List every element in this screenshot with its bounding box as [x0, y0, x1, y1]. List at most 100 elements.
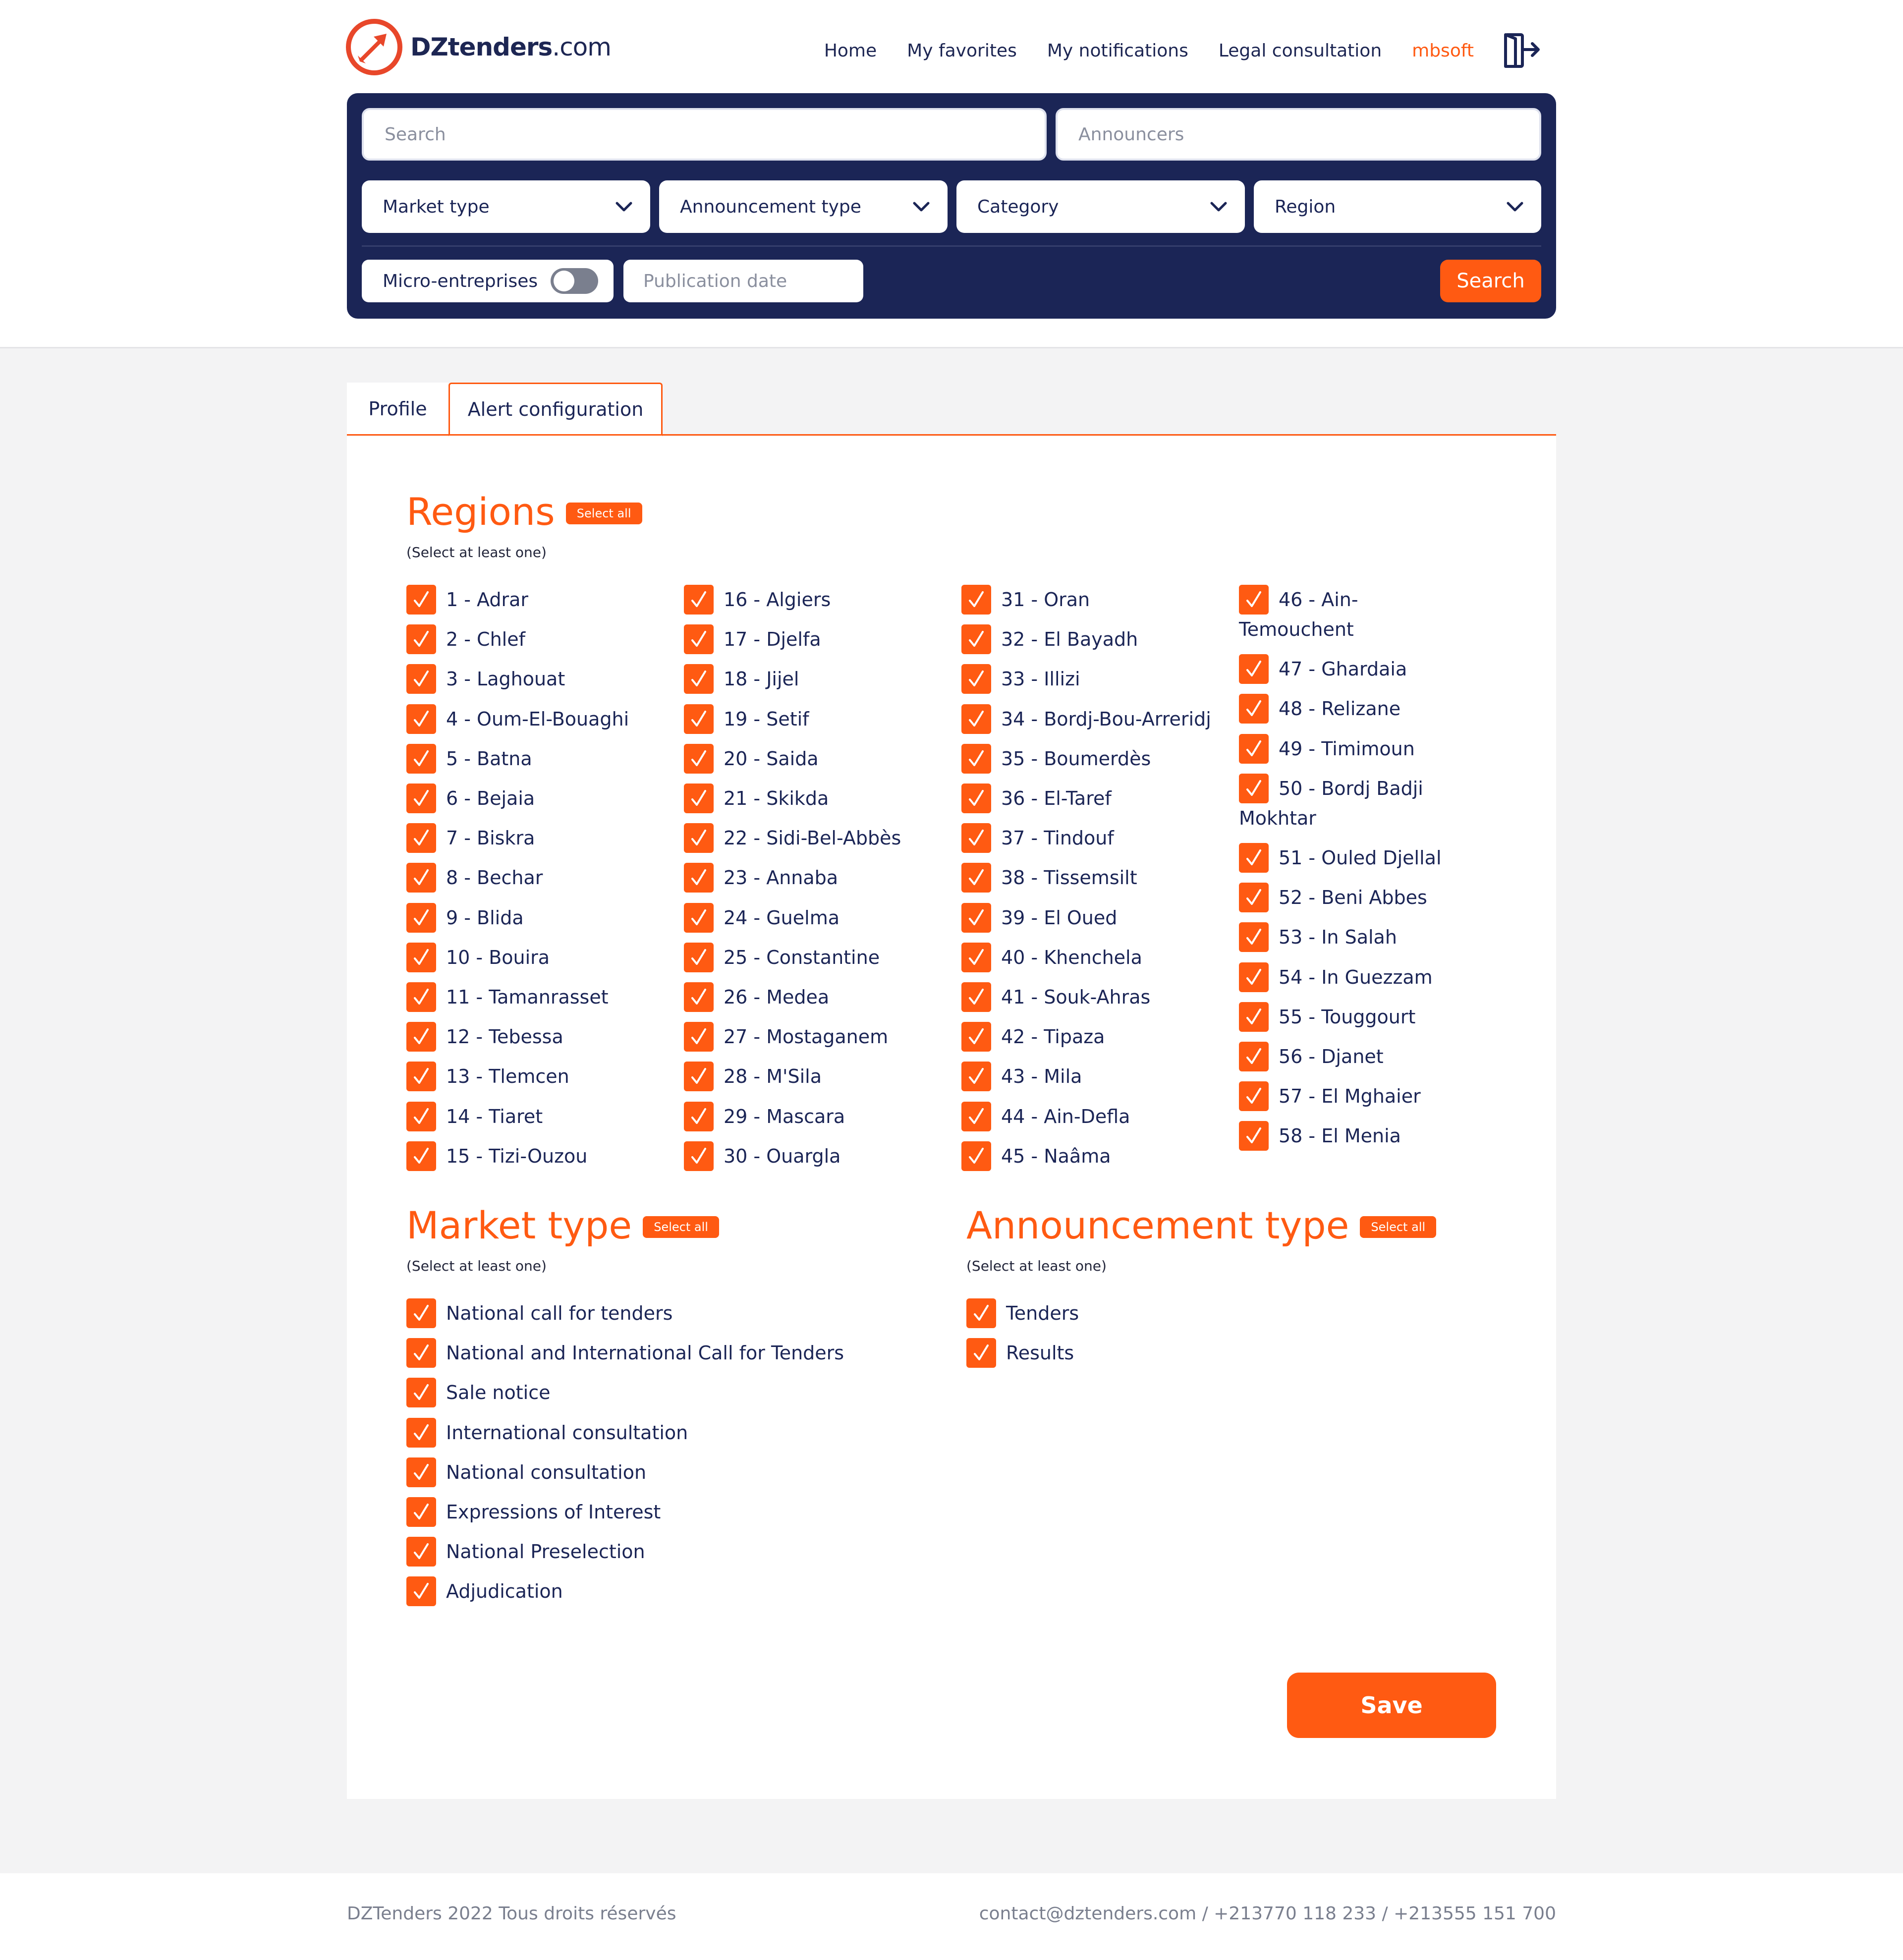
checkbox-item[interactable]: 42 - Tipaza — [961, 1022, 1105, 1052]
checkbox-item[interactable]: 32 - El Bayadh — [961, 624, 1138, 655]
checkmark-icon[interactable] — [961, 1022, 991, 1052]
checkbox-item[interactable]: 2 - Chlef — [406, 624, 525, 655]
checkmark-icon[interactable] — [684, 784, 714, 813]
checkmark-icon[interactable] — [966, 1338, 996, 1368]
checkmark-icon[interactable] — [1239, 843, 1269, 873]
checkbox-item[interactable]: 34 - Bordj-Bou-Arreridj — [961, 704, 1211, 734]
checkbox-item[interactable]: 43 - Mila — [961, 1062, 1082, 1092]
nav-notifications[interactable]: My notifications — [1047, 41, 1188, 61]
checkmark-icon[interactable] — [406, 1298, 436, 1328]
nav-favorites[interactable]: My favorites — [907, 41, 1017, 61]
checkmark-icon[interactable] — [684, 942, 714, 972]
checkmark-icon[interactable] — [406, 1497, 436, 1527]
checkbox-item[interactable]: 26 - Medea — [684, 982, 829, 1012]
checkbox-item[interactable]: 20 - Saida — [684, 743, 819, 774]
checkbox-item[interactable]: 51 - Ouled Djellal — [1239, 843, 1487, 873]
checkbox-item[interactable]: 37 - Tindouf — [961, 823, 1114, 853]
checkmark-icon[interactable] — [406, 1141, 436, 1171]
checkbox-item[interactable]: 25 - Constantine — [684, 942, 880, 972]
checkmark-icon[interactable] — [1239, 585, 1269, 615]
checkmark-icon[interactable] — [406, 1576, 436, 1607]
checkbox-item[interactable]: 9 - Blida — [406, 902, 524, 933]
checkmark-icon[interactable] — [1239, 694, 1269, 724]
checkbox-item[interactable]: 8 - Bechar — [406, 863, 543, 893]
checkmark-icon[interactable] — [1239, 922, 1269, 952]
checkmark-icon[interactable] — [406, 1062, 436, 1092]
save-button[interactable]: Save — [1287, 1673, 1496, 1738]
checkmark-icon[interactable] — [1239, 1042, 1269, 1071]
checkmark-icon[interactable] — [406, 1537, 436, 1567]
checkbox-item[interactable]: 30 - Ouargla — [684, 1141, 840, 1171]
announcers-input[interactable]: Announcers — [1056, 108, 1541, 161]
checkmark-icon[interactable] — [961, 982, 991, 1012]
checkmark-icon[interactable] — [684, 1101, 714, 1131]
checkmark-icon[interactable] — [406, 1022, 436, 1052]
market-type-select-all-button[interactable]: Select all — [643, 1216, 719, 1238]
checkmark-icon[interactable] — [961, 1141, 991, 1171]
checkmark-icon[interactable] — [684, 1062, 714, 1092]
checkbox-item[interactable]: 41 - Souk-Ahras — [961, 982, 1150, 1012]
market-type-select[interactable]: Market type — [362, 180, 650, 233]
checkmark-icon[interactable] — [684, 863, 714, 893]
checkmark-icon[interactable] — [406, 784, 436, 813]
checkmark-icon[interactable] — [406, 585, 436, 615]
checkbox-item[interactable]: 58 - El Menia — [1239, 1121, 1487, 1151]
checkbox-item[interactable]: International consultation — [406, 1417, 688, 1448]
checkmark-icon[interactable] — [406, 982, 436, 1012]
checkbox-item[interactable]: 17 - Djelfa — [684, 624, 821, 655]
checkmark-icon[interactable] — [684, 664, 714, 694]
checkbox-item[interactable]: 13 - Tlemcen — [406, 1062, 569, 1092]
checkmark-icon[interactable] — [406, 863, 436, 893]
checkbox-item[interactable]: 48 - Relizane — [1239, 694, 1487, 724]
checkmark-icon[interactable] — [961, 585, 991, 615]
site-logo[interactable]: DZtenders.com — [346, 18, 612, 76]
checkbox-item[interactable]: National and International Call for Tend… — [406, 1338, 844, 1368]
checkbox-item[interactable]: Expressions of Interest — [406, 1497, 661, 1527]
checkmark-icon[interactable] — [406, 1101, 436, 1131]
checkbox-item[interactable]: 39 - El Oued — [961, 902, 1117, 933]
checkmark-icon[interactable] — [961, 1062, 991, 1092]
checkbox-item[interactable]: 18 - Jijel — [684, 664, 799, 694]
announcement-type-select-all-button[interactable]: Select all — [1360, 1216, 1437, 1238]
category-select[interactable]: Category — [956, 180, 1245, 233]
checkbox-item[interactable]: 24 - Guelma — [684, 902, 840, 933]
checkbox-item[interactable]: 14 - Tiaret — [406, 1101, 543, 1131]
checkmark-icon[interactable] — [406, 704, 436, 734]
tab-alert-configuration[interactable]: Alert configuration — [448, 383, 663, 436]
checkbox-item[interactable]: 52 - Beni Abbes — [1239, 883, 1487, 913]
checkmark-icon[interactable] — [961, 902, 991, 933]
checkbox-item[interactable]: 55 - Touggourt — [1239, 1002, 1487, 1032]
checkbox-item[interactable]: 33 - Illizi — [961, 664, 1080, 694]
checkbox-item[interactable]: 57 - El Mghaier — [1239, 1081, 1487, 1112]
checkmark-icon[interactable] — [406, 664, 436, 694]
checkmark-icon[interactable] — [684, 704, 714, 734]
checkmark-icon[interactable] — [961, 942, 991, 972]
checkmark-icon[interactable] — [961, 664, 991, 694]
tab-profile[interactable]: Profile — [347, 383, 448, 435]
nav-user[interactable]: mbsoft — [1412, 41, 1474, 61]
checkmark-icon[interactable] — [406, 1378, 436, 1408]
checkmark-icon[interactable] — [406, 1457, 436, 1487]
checkmark-icon[interactable] — [961, 823, 991, 853]
checkbox-item[interactable]: 15 - Tizi-Ouzou — [406, 1141, 587, 1171]
checkbox-item[interactable]: 23 - Annaba — [684, 863, 838, 893]
checkbox-item[interactable]: National Preselection — [406, 1537, 645, 1567]
checkbox-item[interactable]: Adjudication — [406, 1576, 563, 1607]
checkbox-item[interactable]: 16 - Algiers — [684, 585, 831, 615]
checkmark-icon[interactable] — [684, 982, 714, 1012]
checkmark-icon[interactable] — [961, 863, 991, 893]
checkmark-icon[interactable] — [1239, 962, 1269, 992]
checkbox-item[interactable]: 31 - Oran — [961, 585, 1090, 615]
checkbox-item[interactable]: 3 - Laghouat — [406, 664, 565, 694]
checkbox-item[interactable]: 6 - Bejaia — [406, 784, 535, 813]
checkbox-item[interactable]: Tenders — [966, 1298, 1079, 1328]
checkbox-item[interactable]: 19 - Setif — [684, 704, 809, 734]
checkbox-item[interactable]: 38 - Tissemsilt — [961, 863, 1137, 893]
checkmark-icon[interactable] — [684, 1022, 714, 1052]
checkbox-item[interactable]: 10 - Bouira — [406, 942, 550, 972]
nav-home[interactable]: Home — [824, 41, 877, 61]
checkmark-icon[interactable] — [406, 942, 436, 972]
checkmark-icon[interactable] — [1239, 1081, 1269, 1112]
checkbox-item[interactable]: 1 - Adrar — [406, 585, 528, 615]
checkbox-item[interactable]: 47 - Ghardaia — [1239, 654, 1487, 684]
